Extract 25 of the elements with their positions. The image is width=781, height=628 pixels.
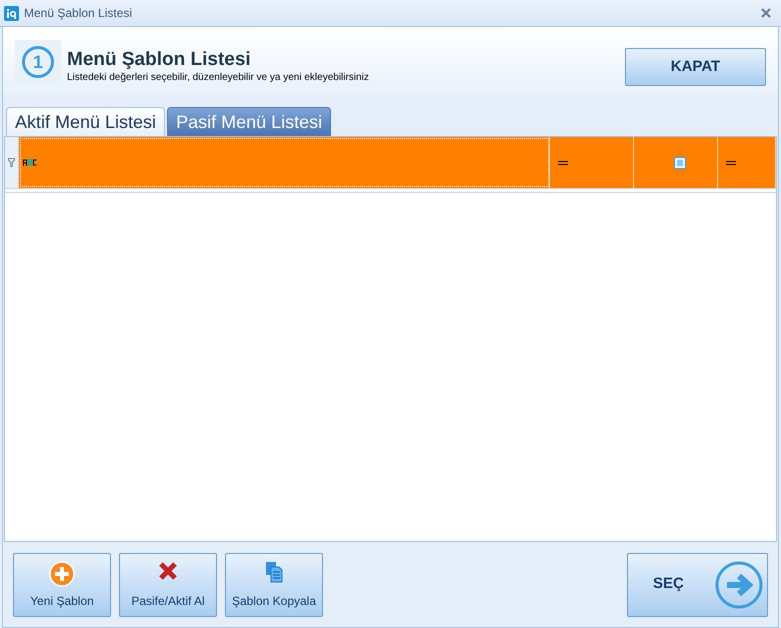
select-button[interactable]: SEÇ (627, 552, 768, 616)
page-subtitle: Listedeki değerleri seçebilir, düzenleyebilir ve ya yeni ekleyebilirsiniz (67, 71, 369, 84)
toolbar-button[interactable]: Pasife/Aktif Al (119, 552, 217, 616)
tab[interactable]: Aktif Menü Listesi (6, 107, 166, 136)
filter-icon[interactable] (8, 158, 15, 167)
documents-icon (265, 560, 283, 582)
x-mark-icon (158, 560, 178, 580)
toolbar-button[interactable]: Şablon Kopyala (225, 552, 323, 616)
close-button[interactable]: KAPAT (625, 48, 766, 86)
equals-icon[interactable] (558, 160, 568, 164)
filter-cell[interactable] (634, 137, 718, 188)
text-filter-icon[interactable] (23, 159, 37, 166)
filter-cell[interactable] (550, 137, 634, 188)
app-logo-icon (4, 6, 19, 20)
equals-icon[interactable] (726, 160, 736, 164)
toolbar-button[interactable]: Yeni Şablon (13, 552, 111, 616)
page-title: Menü Şablon Listesi (67, 49, 252, 71)
filter-cell[interactable] (19, 137, 550, 188)
arrow-right-icon (715, 560, 763, 608)
plus-icon (49, 560, 75, 586)
checkbox-icon[interactable] (674, 156, 686, 168)
step-number: 1 (22, 46, 54, 78)
window-title: Menü Şablon Listesi (24, 5, 132, 22)
close-icon[interactable] (761, 8, 771, 18)
filter-cell[interactable] (718, 137, 776, 188)
